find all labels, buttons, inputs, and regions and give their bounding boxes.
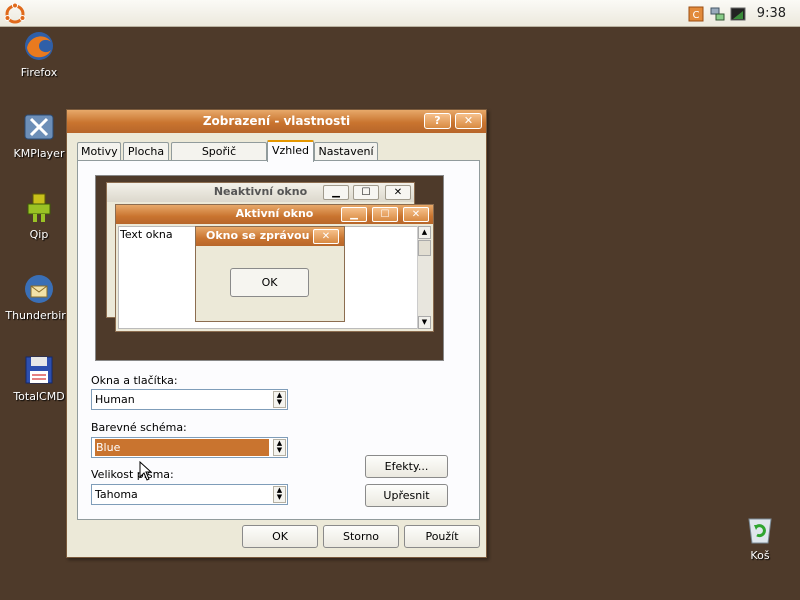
desktop-icon-trash[interactable]: Koš xyxy=(728,513,792,562)
mail-icon[interactable]: C xyxy=(688,6,704,22)
floppy-icon xyxy=(25,356,53,384)
windows-buttons-value: Human xyxy=(95,393,135,406)
desktop-icon-qip[interactable]: Qip xyxy=(3,192,75,241)
tab-appearance[interactable]: Vzhled xyxy=(267,140,314,162)
appearance-panel: Neaktivní okno ▁ ☐ ✕ Aktivní okno ▁ ☐ ✕ … xyxy=(77,160,480,520)
trash-label: Koš xyxy=(750,549,770,562)
preview-close-icon: ✕ xyxy=(403,207,429,222)
desktop-icon-totalcmd[interactable]: TotalCMD xyxy=(3,354,75,403)
close-button[interactable]: ✕ xyxy=(455,113,482,129)
preview-maximize-icon: ☐ xyxy=(372,207,398,222)
terminal-icon[interactable] xyxy=(730,6,746,22)
system-tray: C 9:38 xyxy=(688,0,800,27)
preview-close-icon: ✕ xyxy=(385,185,411,200)
color-scheme-label: Barevné schéma: xyxy=(91,421,187,434)
desktop-icon-label: Qip xyxy=(29,228,49,241)
desktop-icon-firefox[interactable]: Firefox xyxy=(3,30,75,79)
qip-icon xyxy=(27,193,51,222)
font-size-label: Velikost písma: xyxy=(91,468,174,481)
display-properties-dialog: Zobrazení - vlastnosti ? ✕ Motivy Plocha… xyxy=(66,109,487,558)
scroll-down-icon: ▼ xyxy=(418,316,431,329)
tab-settings[interactable]: Nastavení xyxy=(314,142,378,161)
kmplayer-icon xyxy=(24,114,54,140)
tab-desktop[interactable]: Plocha xyxy=(123,142,169,161)
select-arrows-icon[interactable]: ▲ ▼ xyxy=(273,439,286,456)
thunderbird-icon xyxy=(25,275,53,303)
desktop-icon-label: Thunderbird xyxy=(5,309,73,322)
apply-button[interactable]: Použít xyxy=(404,525,480,548)
firefox-icon xyxy=(25,32,53,60)
advanced-button[interactable]: Upřesnit xyxy=(365,484,448,507)
top-panel: C 9:38 xyxy=(0,0,800,27)
font-size-select[interactable]: Tahoma ▲ ▼ xyxy=(91,484,288,505)
tab-themes[interactable]: Motivy xyxy=(77,142,121,161)
preview-maximize-icon: ☐ xyxy=(353,185,379,200)
mouse-cursor-icon xyxy=(139,461,153,481)
select-arrows-icon[interactable]: ▲ ▼ xyxy=(273,486,286,503)
desktop-icon-label: TotalCMD xyxy=(13,390,65,403)
preview-minimize-icon: ▁ xyxy=(341,207,367,222)
appearance-preview: Neaktivní okno ▁ ☐ ✕ Aktivní okno ▁ ☐ ✕ … xyxy=(95,175,444,361)
scroll-thumb xyxy=(418,240,431,256)
color-scheme-select[interactable]: Blue ▲ ▼ xyxy=(91,437,288,458)
preview-ok-button: OK xyxy=(230,268,309,297)
ubuntu-menu-icon[interactable] xyxy=(4,3,26,25)
cancel-button[interactable]: Storno xyxy=(323,525,399,548)
windows-buttons-select[interactable]: Human ▲ ▼ xyxy=(91,389,288,410)
preview-close-icon: ✕ xyxy=(313,229,339,244)
trash-icon xyxy=(748,518,772,544)
desktop-icon-thunderbird[interactable]: Thunderbird xyxy=(3,273,75,322)
color-scheme-value: Blue xyxy=(95,439,269,456)
effects-button[interactable]: Efekty... xyxy=(365,455,448,478)
preview-window-text: Text okna xyxy=(120,228,173,241)
help-button[interactable]: ? xyxy=(424,113,451,129)
dialog-title: Zobrazení - vlastnosti xyxy=(202,114,351,128)
tab-screensaver[interactable]: Spořič obrazovky xyxy=(171,142,267,175)
network-icon[interactable] xyxy=(709,6,725,22)
select-arrows-icon[interactable]: ▲ ▼ xyxy=(273,391,286,408)
scroll-up-icon: ▲ xyxy=(418,226,431,239)
desktop-icon-kmplayer[interactable]: KMPlayer xyxy=(3,111,75,160)
desktop-icon-label: Firefox xyxy=(20,66,58,79)
desktop-icon-label: KMPlayer xyxy=(13,147,65,160)
preview-message-box: Okno se zprávou ✕ OK xyxy=(195,226,345,322)
font-size-value: Tahoma xyxy=(95,488,138,501)
svg-text:C: C xyxy=(692,10,699,21)
dialog-titlebar[interactable]: Zobrazení - vlastnosti ? ✕ xyxy=(67,110,486,133)
windows-buttons-label: Okna a tlačítka: xyxy=(91,374,178,387)
preview-scrollbar: ▲ ▼ xyxy=(417,226,431,329)
ok-button[interactable]: OK xyxy=(242,525,318,548)
preview-minimize-icon: ▁ xyxy=(323,185,349,200)
clock[interactable]: 9:38 xyxy=(757,6,786,21)
